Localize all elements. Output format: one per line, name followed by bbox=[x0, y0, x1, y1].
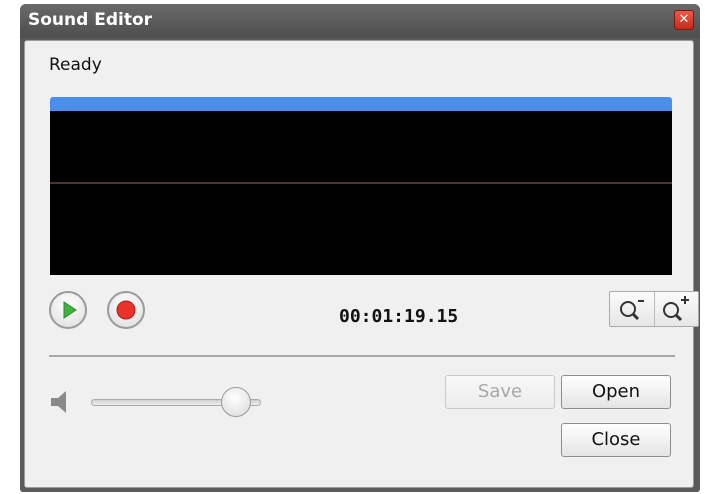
zoom-controls bbox=[609, 291, 699, 327]
close-button[interactable]: Close bbox=[561, 423, 671, 457]
open-button[interactable]: Open bbox=[561, 375, 671, 409]
zoom-in-button[interactable] bbox=[655, 292, 699, 326]
volume-slider-thumb[interactable] bbox=[220, 387, 251, 417]
status-text: Ready bbox=[49, 55, 102, 75]
divider bbox=[49, 355, 675, 357]
waveform-area[interactable] bbox=[50, 97, 672, 275]
play-button[interactable] bbox=[49, 291, 87, 329]
time-display: 00:01:19.15 bbox=[339, 306, 459, 327]
waveform[interactable] bbox=[50, 111, 672, 275]
zoom-in-icon bbox=[663, 296, 689, 322]
record-button[interactable] bbox=[107, 291, 145, 329]
title-bar[interactable]: Sound Editor ✕ bbox=[20, 4, 700, 38]
window-title: Sound Editor bbox=[28, 10, 153, 30]
close-icon[interactable]: ✕ bbox=[674, 10, 694, 30]
play-icon bbox=[63, 301, 77, 319]
speaker-icon bbox=[51, 391, 66, 413]
record-icon bbox=[116, 300, 136, 320]
zoom-out-button[interactable] bbox=[610, 292, 655, 326]
save-button[interactable]: Save bbox=[445, 375, 555, 409]
zoom-out-icon bbox=[620, 300, 644, 321]
selection-bar[interactable] bbox=[50, 97, 672, 111]
sound-editor-window: Sound Editor ✕ Ready 00:01:19.15 Save Op… bbox=[20, 4, 700, 492]
playback-controls: 00:01:19.15 bbox=[49, 291, 699, 335]
editor-panel: Ready 00:01:19.15 Save Open Close bbox=[24, 40, 699, 488]
